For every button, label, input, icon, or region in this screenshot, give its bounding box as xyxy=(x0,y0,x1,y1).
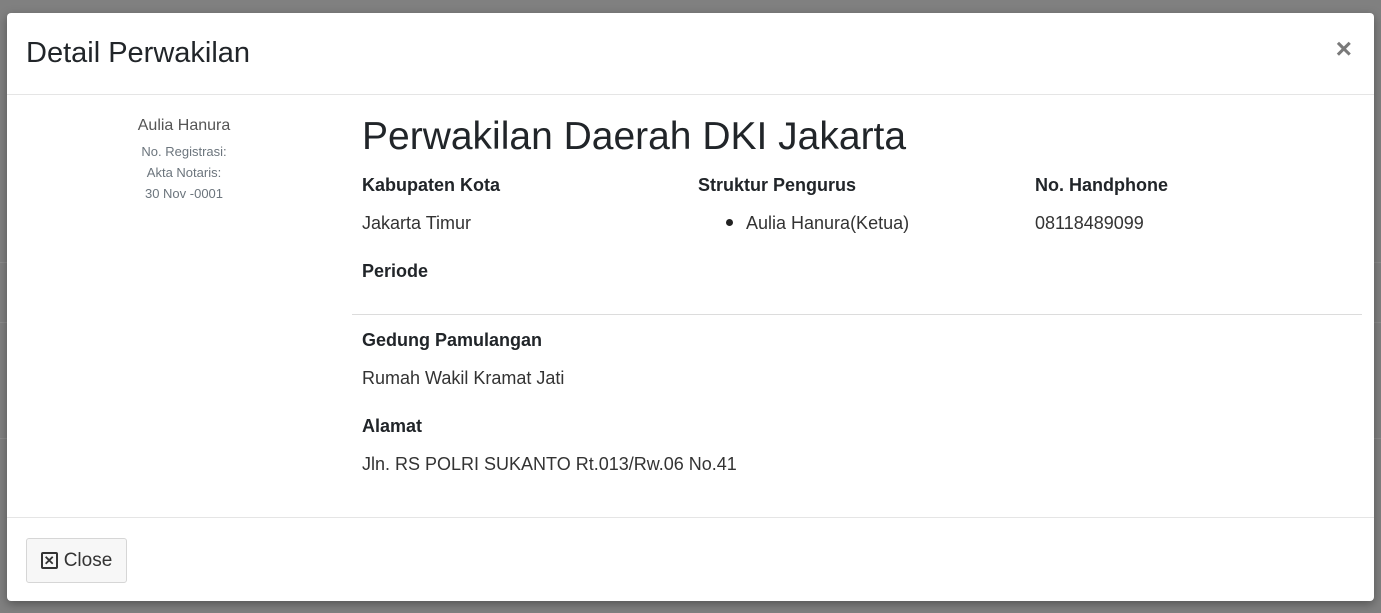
profile-date: 30 Nov -0001 xyxy=(144,186,224,201)
periode-section: Periode xyxy=(362,261,428,282)
struktur-section: Struktur Pengurus Aulia Hanura(Ketua) xyxy=(698,175,909,234)
modal-footer: ✕ Close xyxy=(7,517,1374,601)
handphone-value: 08118489099 xyxy=(1035,213,1144,233)
detail-modal: Detail Perwakilan × Aulia Hanura No. Reg… xyxy=(7,13,1374,601)
modal-header: Detail Perwakilan × xyxy=(7,13,1374,95)
struktur-list-item: Aulia Hanura(Ketua) xyxy=(698,213,909,234)
section-divider xyxy=(352,314,1362,315)
modal-title: Detail Perwakilan xyxy=(26,37,251,69)
periode-label: Periode xyxy=(362,261,429,281)
handphone-label: No. Handphone xyxy=(1035,175,1168,195)
gedung-value: Rumah Wakil Kramat Jati xyxy=(362,368,565,388)
profile-summary: Aulia Hanura No. Registrasi: Akta Notari… xyxy=(77,117,291,204)
notary-deed: Akta Notaris: xyxy=(146,165,222,180)
gedung-section: Gedung Pamulangan Rumah Wakil Kramat Jat… xyxy=(362,330,564,389)
alamat-section: Alamat Jln. RS POLRI SUKANTO Rt.013/Rw.0… xyxy=(362,416,737,475)
registration-number: No. Registrasi: xyxy=(141,144,227,159)
kabupaten-value: Jakarta Timur xyxy=(362,213,472,233)
detail-content: Perwakilan Daerah DKI Jakarta xyxy=(362,115,1362,159)
close-icon[interactable]: × xyxy=(1336,35,1352,63)
page-heading: Perwakilan Daerah DKI Jakarta xyxy=(362,115,907,158)
gedung-label: Gedung Pamulangan xyxy=(362,330,543,350)
kabupaten-section: Kabupaten Kota Jakarta Timur xyxy=(362,175,500,234)
close-button[interactable]: ✕ Close xyxy=(26,538,127,583)
alamat-label: Alamat xyxy=(362,416,423,436)
struktur-label: Struktur Pengurus xyxy=(698,175,857,195)
handphone-section: No. Handphone 08118489099 xyxy=(1035,175,1168,234)
profile-name: Aulia Hanura xyxy=(137,117,231,134)
bullet-icon xyxy=(726,218,733,226)
alamat-value: Jln. RS POLRI SUKANTO Rt.013/Rw.06 No.41 xyxy=(362,454,737,474)
kabupaten-label: Kabupaten Kota xyxy=(362,175,501,195)
close-box-icon: ✕ xyxy=(40,552,58,569)
close-button-label: Close xyxy=(63,549,113,571)
struktur-item-text: Aulia Hanura(Ketua) xyxy=(746,213,910,233)
